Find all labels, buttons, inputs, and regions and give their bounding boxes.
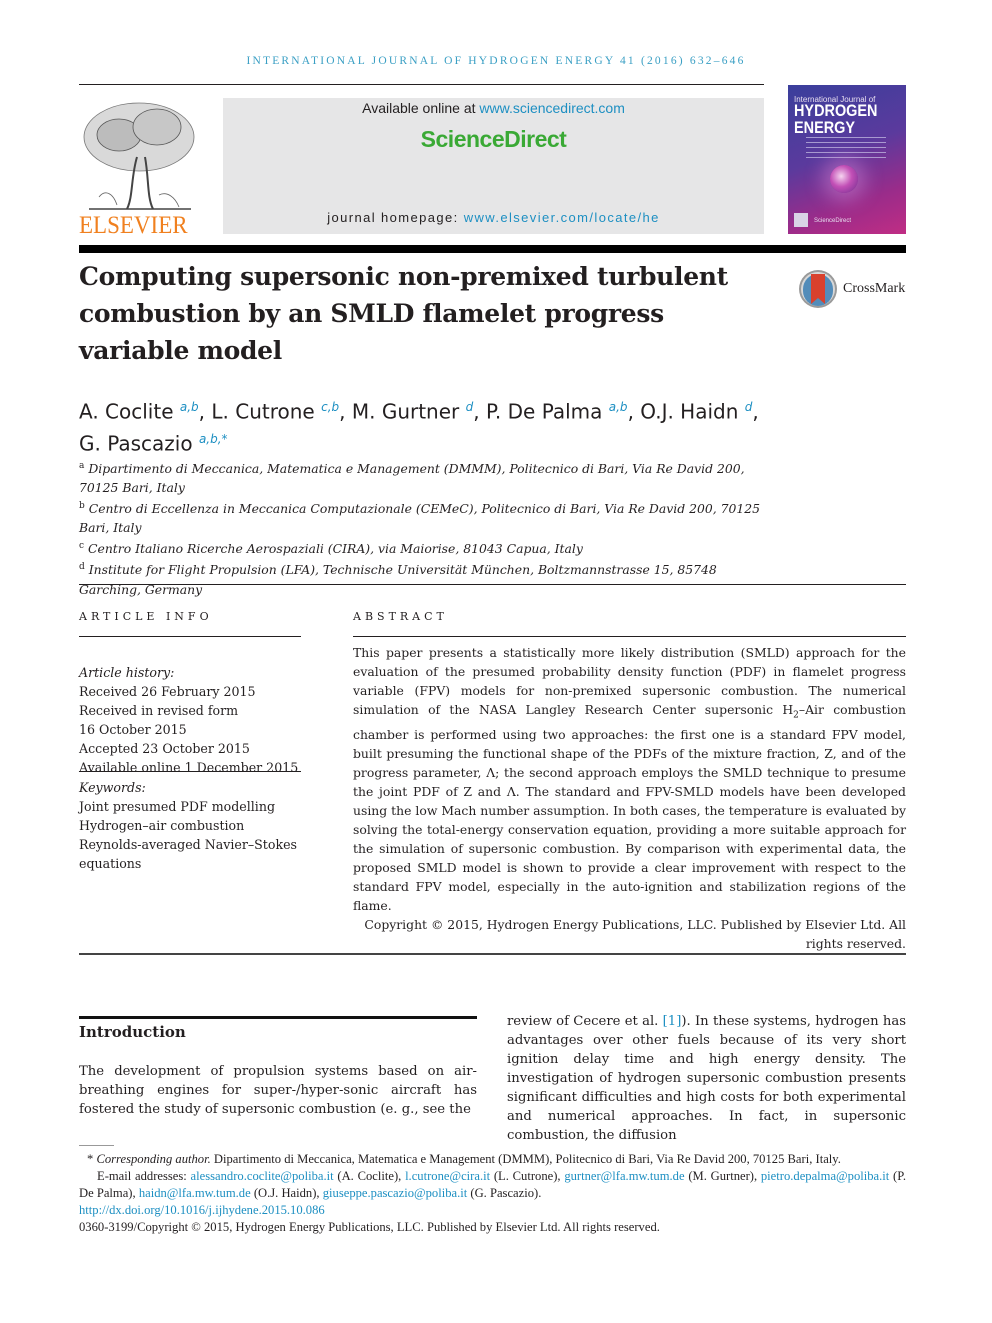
elsevier-wordmark: ELSEVIER <box>79 212 188 239</box>
article-info-heading: ARTICLE INFO <box>79 610 213 623</box>
author-name: L. Cutrone <box>211 399 315 424</box>
intro-rule <box>79 1016 477 1019</box>
abstract-body: This paper presents a statistically more… <box>353 643 906 953</box>
keyword-item: Reynolds-averaged Navier–Stokes <box>79 837 297 852</box>
sciencedirect-logo: ScienceDirect <box>420 126 567 152</box>
author-name: P. De Palma <box>485 399 603 424</box>
history-item: Received in revised form <box>79 703 239 718</box>
history-label: Article history: <box>79 665 175 680</box>
crossmark-icon[interactable] <box>797 268 839 310</box>
keywords-label: Keywords: <box>79 780 146 795</box>
homepage-link[interactable]: www.elsevier.com/locate/he <box>464 210 660 225</box>
history-item: Available online 1 December 2015 <box>79 760 299 775</box>
available-prefix: Available online at <box>362 100 480 116</box>
affiliation-key: a <box>79 461 85 471</box>
affiliation-item: a Dipartimento di Meccanica, Matematica … <box>79 457 779 497</box>
top-rule <box>79 84 764 85</box>
abstract-copyright: Copyright © 2015, Hydrogen Energy Public… <box>364 917 906 952</box>
cover-editor-lines <box>806 137 886 159</box>
journal-homepage: journal homepage: www.elsevier.com/locat… <box>223 210 764 225</box>
homepage-prefix: journal homepage: <box>327 210 464 225</box>
section-heading-introduction: Introduction <box>79 1023 186 1041</box>
affiliation-key: b <box>79 501 85 512</box>
keyword-item: Joint presumed PDF modelling <box>79 799 276 814</box>
author-affiliation-marker[interactable]: a,b <box>609 400 628 414</box>
author-name: G. Pascazio <box>79 431 193 456</box>
email-owner: (O.J. Haidn), <box>250 1186 323 1200</box>
cover-publisher-mark <box>794 213 808 227</box>
keyword-item: equations <box>79 856 142 871</box>
intro-left-column: The development of propulsion systems ba… <box>79 1064 477 1117</box>
corresponding-author-note: * Corresponding author. Dipartimento di … <box>87 1152 841 1166</box>
cover-orb-graphic <box>830 165 858 193</box>
author-affiliation-marker[interactable]: d <box>466 400 474 414</box>
email-owner: (L. Cutrone), <box>490 1169 565 1183</box>
email-addresses: E-mail addresses: alessandro.coclite@pol… <box>79 1169 906 1200</box>
abstract-text: This paper presents a statistically more… <box>353 645 906 914</box>
author-affiliation-marker[interactable]: a,b <box>180 400 199 414</box>
abstract-heading: ABSTRACT <box>353 610 448 623</box>
affiliation-item: d Institute for Flight Propulsion (LFA),… <box>79 558 779 598</box>
cover-title-large: HYDROGEN ENERGY <box>794 101 878 137</box>
email-link[interactable]: pietro.depalma@poliba.it <box>761 1169 889 1183</box>
running-head: INTERNATIONAL JOURNAL OF HYDROGEN ENERGY… <box>246 55 746 67</box>
history-item: Received 26 February 2015 <box>79 684 256 699</box>
article-info-rule <box>79 636 301 637</box>
email-link[interactable]: haidn@lfa.mw.tum.de <box>139 1186 251 1200</box>
journal-cover-image: International Journal of HYDROGEN ENERGY… <box>788 85 906 234</box>
citation-link[interactable]: [1] <box>663 1014 682 1029</box>
author-name: A. Coclite <box>79 399 174 424</box>
affiliation-text: Centro di Eccellenza in Meccanica Comput… <box>79 501 761 536</box>
affiliation-text: Institute for Flight Propulsion (LFA), T… <box>79 562 717 597</box>
email-link[interactable]: alessandro.coclite@poliba.it <box>191 1169 334 1183</box>
affiliation-text: Centro Italiano Ricerche Aerospaziali (C… <box>88 541 583 557</box>
email-link[interactable]: l.cutrone@cira.it <box>405 1169 490 1183</box>
affiliation-item: c Centro Italiano Ricerche Aerospaziali … <box>79 537 779 558</box>
keywords-rule <box>79 771 301 772</box>
cover-sciencedirect: ScienceDirect <box>814 218 852 224</box>
affiliation-key: d <box>79 562 85 573</box>
author-affiliation-marker[interactable]: d <box>745 400 753 414</box>
keywords: Keywords: Joint presumed PDF modelling H… <box>79 778 309 873</box>
author-name: M. Gurtner <box>351 399 460 424</box>
email-owner: (G. Pascazio). <box>467 1186 542 1200</box>
history-item: 16 October 2015 <box>79 722 187 737</box>
email-link[interactable]: giuseppe.pascazio@poliba.it <box>323 1186 468 1200</box>
author-name: O.J. Haidn <box>640 399 739 424</box>
author-list: A. Coclite a,b, L. Cutrone c,b, M. Gurtn… <box>79 399 759 456</box>
footnotes: * Corresponding author. Dipartimento di … <box>79 1151 906 1236</box>
article-history: Article history: Received 26 February 20… <box>79 663 309 777</box>
keyword-item: Hydrogen–air combustion <box>79 818 245 833</box>
author-affiliation-marker[interactable]: c,b <box>321 400 339 414</box>
history-item: Accepted 23 October 2015 <box>79 741 250 756</box>
available-online: Available online at www.sciencedirect.co… <box>223 100 764 116</box>
email-owner: (M. Gurtner), <box>684 1169 761 1183</box>
email-link[interactable]: gurtner@lfa.mw.tum.de <box>564 1169 684 1183</box>
affiliation-item: b Centro di Eccellenza in Meccanica Comp… <box>79 497 779 537</box>
affiliation-text: Dipartimento di Meccanica, Matematica e … <box>79 461 745 496</box>
issn-copyright: 0360-3199/Copyright © 2015, Hydrogen Ene… <box>79 1220 660 1234</box>
affiliations: a Dipartimento di Meccanica, Matematica … <box>79 457 779 599</box>
header-thick-rule <box>79 245 906 253</box>
crossmark-label[interactable]: CrossMark <box>843 281 905 297</box>
author-affiliation-marker[interactable]: a,b,* <box>199 432 228 446</box>
abstract-rule <box>353 636 906 637</box>
doi-link[interactable]: http://dx.doi.org/10.1016/j.ijhydene.201… <box>79 1203 325 1217</box>
divider-rule <box>79 584 906 585</box>
intro-right-column: review of Cecere et al. [1]). In these s… <box>507 1014 906 1143</box>
email-owner: (A. Coclite), <box>333 1169 406 1183</box>
affiliation-key: c <box>79 541 85 552</box>
article-title: Computing supersonic non-premixed turbul… <box>79 262 728 365</box>
divider-rule <box>79 953 906 955</box>
footnote-rule <box>79 1145 114 1146</box>
sciencedirect-link[interactable]: www.sciencedirect.com <box>479 100 625 116</box>
